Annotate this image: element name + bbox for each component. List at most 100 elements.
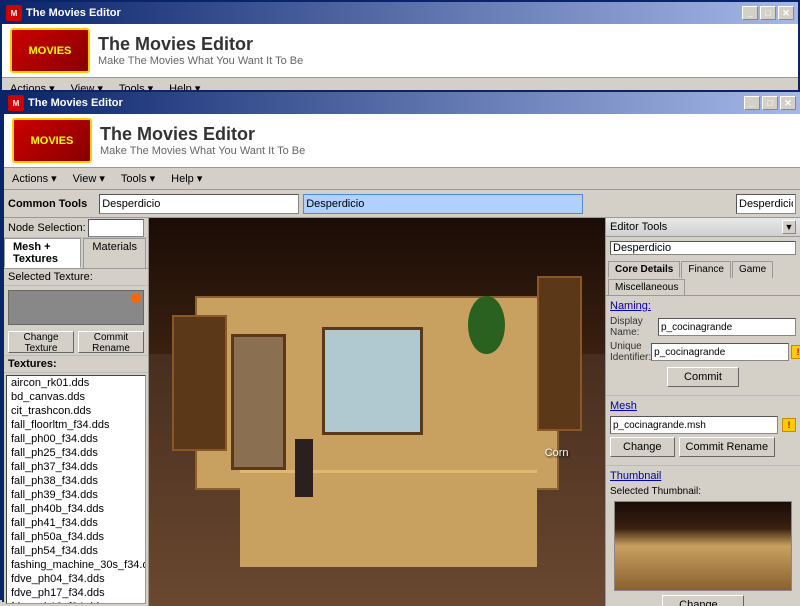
node-selection-dropdown[interactable] [88,219,144,237]
tab-game[interactable]: Game [732,261,773,278]
inner-menu-view[interactable]: View ▾ [65,170,113,187]
list-item[interactable]: fashing_machine_30s_f34.dds [7,558,145,572]
desperdicio-input[interactable] [303,194,583,214]
desperdicio-dropdown[interactable]: Desperdicio [99,194,299,214]
desperdicio-input-wrapper [303,194,732,214]
naming-section-label: Naming: [610,300,796,312]
list-item[interactable]: fall_ph37_f34.dds [7,460,145,474]
inner-menu-tools[interactable]: Tools ▾ [113,170,163,187]
mesh-change-button[interactable]: Change [610,437,675,457]
list-item[interactable]: cit_trashcon.dds [7,404,145,418]
outer-logo-area: MOVIES The Movies Editor Make The Movies… [2,24,798,78]
node-selection-label: Node Selection: [8,222,86,234]
commit-rename-left-button[interactable]: Commit Rename [78,331,144,353]
mesh-section: Mesh ! Change Commit Rename [606,396,800,466]
list-item[interactable]: fall_ph39_f34.dds [7,488,145,502]
inner-close-button[interactable]: ✕ [780,96,796,110]
list-item[interactable]: fall_ph38_f34.dds [7,474,145,488]
inner-window-title: The Movies Editor [28,97,123,109]
mesh-commit-rename-button[interactable]: Commit Rename [679,437,776,457]
mesh-input-row: ! [610,416,796,434]
list-item[interactable]: fall_ph50a_f34.dds [7,530,145,544]
editor-tools-expand-button[interactable]: ▼ [782,220,796,234]
right-panel: Editor Tools ▼ Core Details Finance Game… [605,218,800,606]
inner-maximize-button[interactable]: □ [762,96,778,110]
outer-movies-logo: MOVIES [10,28,90,73]
minimize-button[interactable]: _ [742,6,758,20]
inner-menu-actions[interactable]: Actions ▾ [4,170,65,187]
tabs-row: Mesh + Textures Materials [4,238,148,269]
outer-window: M The Movies Editor _ □ ✕ MOVIES The Mov… [0,0,800,600]
thumbnail-preview [614,501,792,591]
inner-window: M The Movies Editor _ □ ✕ MOVIES The Mov… [2,90,800,602]
list-item[interactable]: fall_ph25_f34.dds [7,446,145,460]
selected-thumbnail-label: Selected Thumbnail: [610,486,796,497]
thumbnail-change-button[interactable]: Change... [662,595,744,606]
list-item[interactable]: fdve_ph04_f34.dds [7,572,145,586]
texture-preview-dot [131,293,141,303]
inner-app-icon: M [8,95,24,111]
outer-titlebar-left: M The Movies Editor [6,5,121,21]
tab-materials[interactable]: Materials [83,238,146,268]
inner-titlebar: M The Movies Editor _ □ ✕ [4,92,800,114]
outer-app-subtitle: Make The Movies What You Want It To Be [98,55,303,67]
unique-identifier-warning-icon: ! [791,345,800,359]
naming-commit-button[interactable]: Commit [667,367,739,387]
tab-core-details[interactable]: Core Details [608,261,680,278]
list-item[interactable]: fall_floorltm_f34.dds [7,418,145,432]
desperdicio-dropdown-wrapper: Desperdicio [99,194,299,214]
outer-app-title-area: The Movies Editor Make The Movies What Y… [98,34,303,67]
inner-toolbar-row: Common Tools Desperdicio Desperdicio [4,190,800,218]
mesh-section-label: Mesh [610,400,796,412]
mesh-input[interactable] [610,416,778,434]
editor-tools-header: Editor Tools ▼ [606,218,800,237]
main-area: Node Selection: Mesh + Textures Material… [4,218,800,606]
inner-menubar: Actions ▾ View ▾ Tools ▾ Help ▾ [4,168,800,190]
texture-action-btns: Change Texture Commit Rename [4,329,148,356]
inner-titlebar-buttons: _ □ ✕ [744,96,796,110]
tab-finance[interactable]: Finance [681,261,731,278]
list-item[interactable]: aircon_rk01.dds [7,376,145,390]
tab-mesh-textures[interactable]: Mesh + Textures [4,238,81,268]
outer-app-title: The Movies Editor [98,34,303,55]
thumbnail-change-container: Change... [610,595,796,606]
list-item[interactable]: fall_ph54_f34.dds [7,544,145,558]
desperdicio-select2[interactable]: Desperdicio [736,194,796,214]
node-selection-row: Node Selection: [4,218,148,238]
inner-movies-logo: MOVIES [12,118,92,163]
close-button[interactable]: ✕ [778,6,794,20]
inner-menu-help[interactable]: Help ▾ [163,170,210,187]
editor-tools-title: Editor Tools [610,221,667,233]
list-item[interactable]: fdve_ph18_f34.dds [7,600,145,604]
list-item[interactable]: fall_ph41_f34.dds [7,516,145,530]
scene-counter [240,470,536,567]
center-viewport[interactable]: Corn [149,218,605,606]
inner-minimize-button[interactable]: _ [744,96,760,110]
list-item[interactable]: bd_canvas.dds [7,390,145,404]
display-name-label: Display Name: [610,316,658,338]
scene-cabinet-left [172,315,227,451]
logo-text: MOVIES [29,45,72,57]
textures-list[interactable]: aircon_rk01.dds bd_canvas.dds cit_trashc… [6,375,146,604]
list-item[interactable]: fall_ph40b_f34.dds [7,502,145,516]
inner-logo-text: MOVIES [31,135,74,147]
thumbnail-section-label: Thumbnail [610,470,796,482]
corn-label: Corn [545,447,569,459]
naming-section: Naming: Display Name: Unique Identifier:… [606,296,800,396]
scene-window [322,327,422,436]
maximize-button[interactable]: □ [760,6,776,20]
list-item[interactable]: fdve_ph17_f34.dds [7,586,145,600]
texture-preview [8,290,144,325]
list-item[interactable]: fall_ph00_f34.dds [7,432,145,446]
scene-cabinet-right [537,276,583,431]
editor-name-input[interactable] [610,241,796,255]
thumbnail-inner [615,502,791,590]
scene-plant [468,296,504,354]
unique-identifier-input[interactable] [651,343,789,361]
tab-miscellaneous[interactable]: Miscellaneous [608,279,685,295]
unique-identifier-label: Unique Identifier: [610,341,651,363]
inner-app-title-area: The Movies Editor Make The Movies What Y… [100,124,305,157]
mesh-warning-icon: ! [782,418,796,432]
display-name-input[interactable] [658,318,796,336]
change-texture-button[interactable]: Change Texture [8,331,74,353]
